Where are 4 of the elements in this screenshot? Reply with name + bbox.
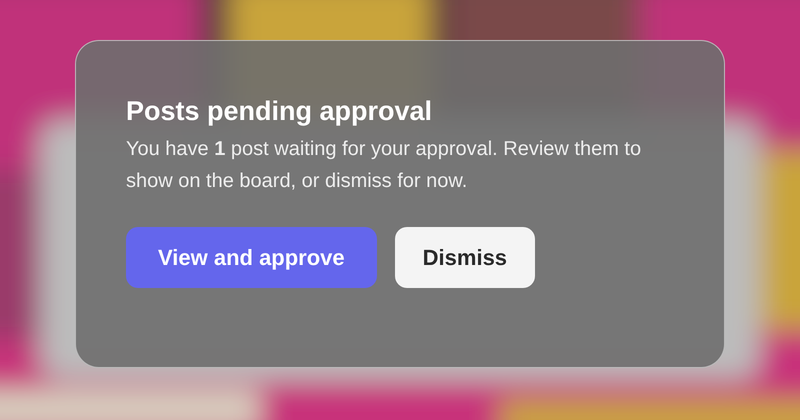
approve-button[interactable]: View and approve	[126, 227, 377, 288]
dismiss-button[interactable]: Dismiss	[394, 227, 536, 288]
dialog-message: You have 1 post waiting for your approval. Review them to show on the board, or dismiss for now.	[126, 137, 642, 194]
dialog-title: Posts pending approval	[126, 95, 434, 128]
